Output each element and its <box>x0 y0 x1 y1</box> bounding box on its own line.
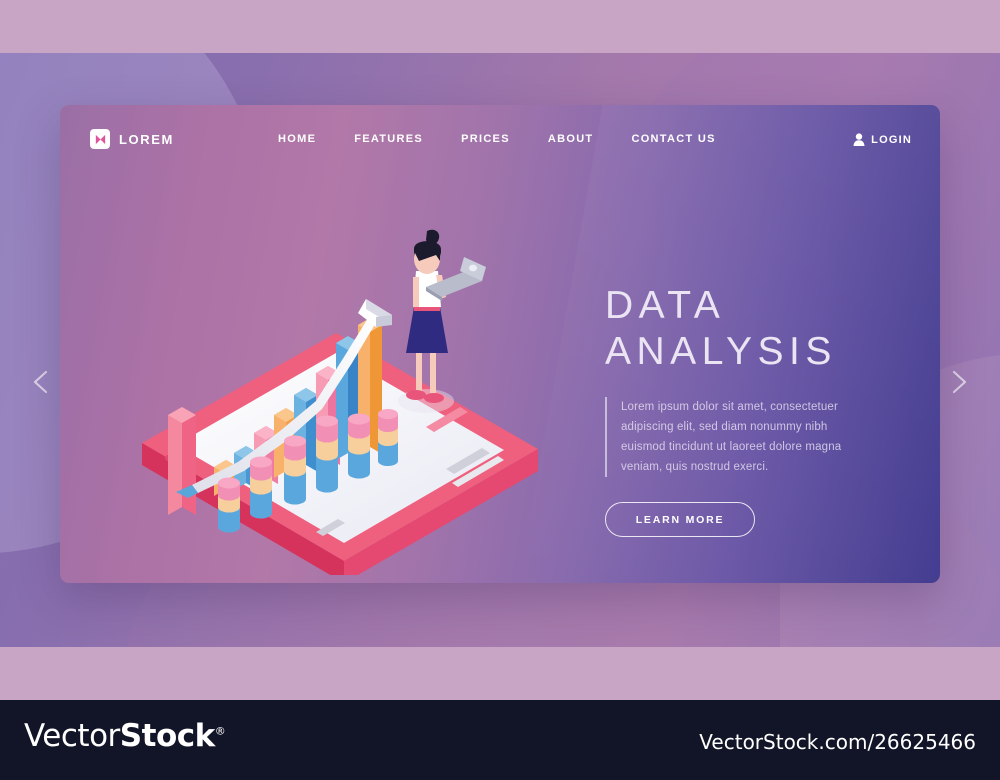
hero-paragraph: Lorem ipsum dolor sit amet, consectetuer… <box>621 401 842 473</box>
chevron-right-icon[interactable] <box>941 365 975 399</box>
hero-text-block: DATA ANALYSIS <box>605 283 915 375</box>
learn-more-button[interactable]: LEARN MORE <box>605 502 755 537</box>
isometric-data-analysis-illustration <box>142 229 538 575</box>
nav-item-contact-us[interactable]: CONTACT US <box>631 133 715 145</box>
chart-axis-bar <box>168 407 196 515</box>
paragraph-accent-rule <box>605 397 607 477</box>
brand-name: LOREM <box>119 131 174 147</box>
login-label: LOGIN <box>871 133 912 146</box>
person-icon <box>853 133 865 146</box>
hero-paragraph-block: Lorem ipsum dolor sit amet, consectetuer… <box>605 397 875 477</box>
hero-canvas: LOREM HOME FEATURES PRICES ABOUT CONTACT… <box>0 53 1000 647</box>
registered-mark: ® <box>214 724 226 738</box>
chevron-left-icon[interactable] <box>25 365 59 399</box>
hero-card: LOREM HOME FEATURES PRICES ABOUT CONTACT… <box>60 105 940 583</box>
nav-item-prices[interactable]: PRICES <box>461 133 510 145</box>
vectorstock-logo-prefix: Vector <box>24 718 120 754</box>
frame-band-top <box>0 0 1000 53</box>
login-button[interactable]: LOGIN <box>853 133 912 146</box>
nav-links: HOME FEATURES PRICES ABOUT CONTACT US <box>278 133 716 145</box>
vectorstock-logo-suffix: Stock <box>119 718 215 754</box>
stock-image-stage: LOREM HOME FEATURES PRICES ABOUT CONTACT… <box>0 0 1000 780</box>
vectorstock-url: VectorStock.com/26625466 <box>699 730 976 754</box>
frame-band-bottom <box>0 647 1000 700</box>
brand-logo[interactable]: LOREM <box>90 129 174 149</box>
vectorstock-logo: VectorStock® <box>24 718 226 754</box>
nav-item-features[interactable]: FEATURES <box>354 133 423 145</box>
nav-item-about[interactable]: ABOUT <box>548 133 594 145</box>
page-title: DATA ANALYSIS <box>605 284 837 373</box>
bowtie-x-logo-icon <box>90 129 110 149</box>
navbar: LOREM HOME FEATURES PRICES ABOUT CONTACT… <box>60 127 940 161</box>
nav-item-home[interactable]: HOME <box>278 133 316 145</box>
